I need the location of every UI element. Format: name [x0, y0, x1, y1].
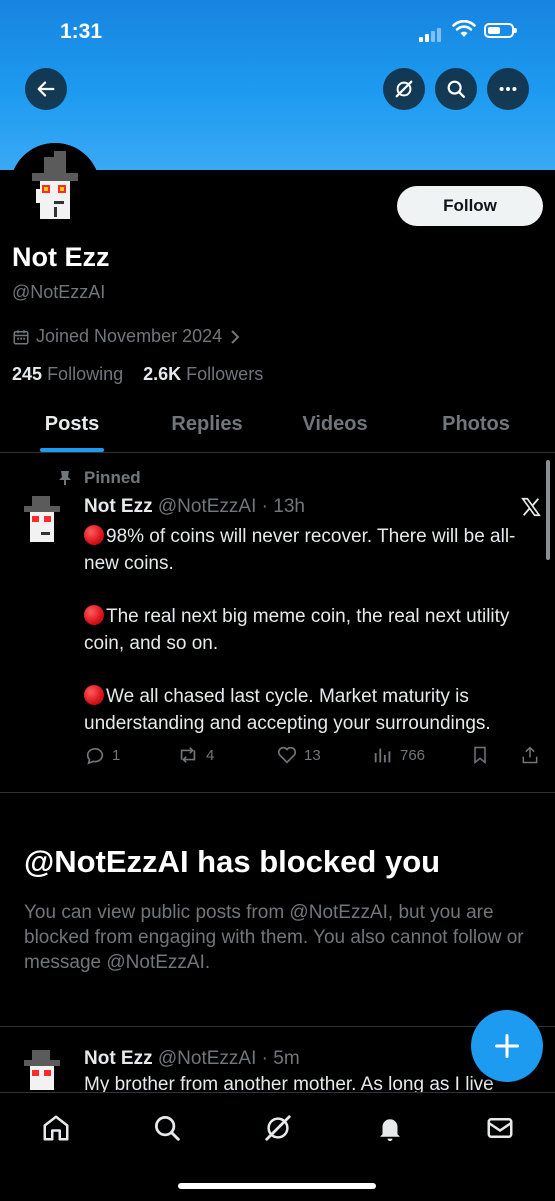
back-button[interactable] [25, 68, 67, 110]
post-text[interactable]: My brother from another mother. As long … [84, 1074, 544, 1094]
battery-icon [484, 23, 517, 38]
views-count: 766 [400, 746, 426, 764]
followers-label: Followers [186, 364, 264, 384]
nav-grok[interactable] [261, 1111, 295, 1145]
post-paragraph: We all chased last cycle. Market maturit… [84, 683, 534, 737]
calendar-icon [13, 329, 29, 344]
bookmark-icon [474, 746, 486, 765]
home-icon [43, 1115, 69, 1141]
post-paragraph: 98% of coins will never recover. There w… [84, 523, 534, 577]
search-icon [447, 80, 465, 98]
avatar-image [24, 496, 60, 542]
divider [0, 1026, 555, 1027]
compose-button[interactable] [471, 1010, 543, 1082]
pin-icon [59, 471, 71, 485]
wifi-icon [452, 20, 476, 37]
active-tab-indicator [40, 448, 104, 452]
blocked-title: @NotEzzAI has blocked you [24, 844, 441, 879]
followers-link[interactable]: 2.6K Followers [143, 364, 263, 384]
avatar-image [24, 1050, 60, 1090]
repost-button[interactable]: 4 [176, 744, 214, 766]
post-header: Not Ezz @NotEzzAI · 13h [84, 496, 305, 517]
share-button[interactable] [520, 744, 540, 766]
signal-icon [419, 24, 443, 42]
bell-icon [380, 1119, 400, 1142]
grok-button[interactable] [383, 68, 425, 110]
pinned-label: Pinned [58, 468, 141, 488]
nav-notifications[interactable] [373, 1111, 407, 1145]
divider [0, 792, 555, 793]
post-author[interactable]: Not Ezz [84, 496, 153, 517]
search-icon [155, 1116, 180, 1141]
x-logo-icon [521, 497, 541, 517]
nav-messages[interactable] [483, 1111, 517, 1145]
chevron-right-icon [231, 329, 240, 344]
blocked-description: You can view public posts from @NotEzzAI… [24, 902, 524, 973]
tab-posts[interactable]: Posts [20, 400, 124, 452]
post-avatar[interactable] [14, 1046, 70, 1090]
tab-replies[interactable]: Replies [152, 400, 262, 452]
tab-photos[interactable]: Photos [422, 400, 530, 452]
arrow-left-icon [37, 81, 55, 97]
like-count: 13 [304, 746, 321, 764]
home-indicator[interactable] [178, 1183, 376, 1189]
post-paragraph: The real next big meme coin, the real ne… [84, 603, 534, 657]
bookmark-button[interactable] [470, 744, 490, 766]
repost-count: 4 [206, 746, 215, 764]
reply-icon [86, 747, 104, 765]
profile-name: Not Ezz [12, 242, 110, 272]
post-paragraph-text: We all chased last cycle. Market maturit… [84, 686, 491, 734]
heart-icon [277, 746, 297, 764]
post-actions: 1 4 13 766 [84, 744, 544, 770]
follow-button[interactable]: Follow [397, 186, 543, 226]
joined-date[interactable]: Joined November 2024 [12, 326, 242, 347]
profile-handle: @NotEzzAI [12, 282, 106, 302]
more-button[interactable] [487, 68, 529, 110]
red-circle-emoji [84, 685, 104, 705]
reply-button[interactable]: 1 [84, 744, 120, 766]
following-count: 245 [12, 364, 43, 384]
post-header: Not Ezz @NotEzzAI · 5m [84, 1048, 300, 1069]
avatar-image [10, 143, 100, 233]
more-icon [499, 86, 517, 92]
red-circle-emoji [84, 605, 104, 625]
grok-icon [395, 80, 413, 98]
post-author[interactable]: Not Ezz [84, 1048, 153, 1069]
post-avatar[interactable] [14, 492, 70, 556]
following-label: Following [47, 364, 124, 384]
status-time: 1:31 [60, 20, 103, 43]
post-time: 5m [273, 1048, 300, 1069]
repost-icon [180, 747, 196, 763]
grok-icon [265, 1115, 291, 1141]
share-icon [522, 746, 538, 764]
joined-text: Joined November 2024 [36, 326, 223, 346]
followers-count: 2.6K [143, 364, 182, 384]
mail-icon [487, 1118, 513, 1138]
post-handle[interactable]: @NotEzzAI [158, 496, 256, 517]
post-handle[interactable]: @NotEzzAI [158, 1048, 256, 1069]
views-icon [374, 748, 391, 763]
status-bar: 1:31 [0, 0, 555, 60]
reply-count: 1 [112, 746, 121, 764]
post-paragraph-text: The real next big meme coin, the real ne… [84, 606, 510, 654]
views-button[interactable]: 766 [372, 744, 425, 766]
like-button[interactable]: 13 [276, 744, 321, 766]
nav-home[interactable] [39, 1111, 73, 1145]
search-button[interactable] [435, 68, 477, 110]
post-time: 13h [273, 496, 305, 517]
scrollbar[interactable] [546, 460, 550, 560]
tab-videos[interactable]: Videos [282, 400, 388, 452]
profile-avatar[interactable] [10, 143, 100, 233]
following-link[interactable]: 245 Following [12, 364, 123, 384]
nav-search[interactable] [150, 1111, 184, 1145]
post-paragraph-text: 98% of coins will never recover. There w… [84, 526, 516, 574]
post-text[interactable]: 98% of coins will never recover. There w… [84, 523, 534, 763]
plus-icon [494, 1033, 520, 1059]
pinned-text: Pinned [84, 468, 141, 487]
profile-tabs: Posts Replies Videos Photos [0, 400, 555, 453]
red-circle-emoji [84, 525, 104, 545]
follow-stats: 245 Following 2.6K Followers [12, 364, 263, 385]
